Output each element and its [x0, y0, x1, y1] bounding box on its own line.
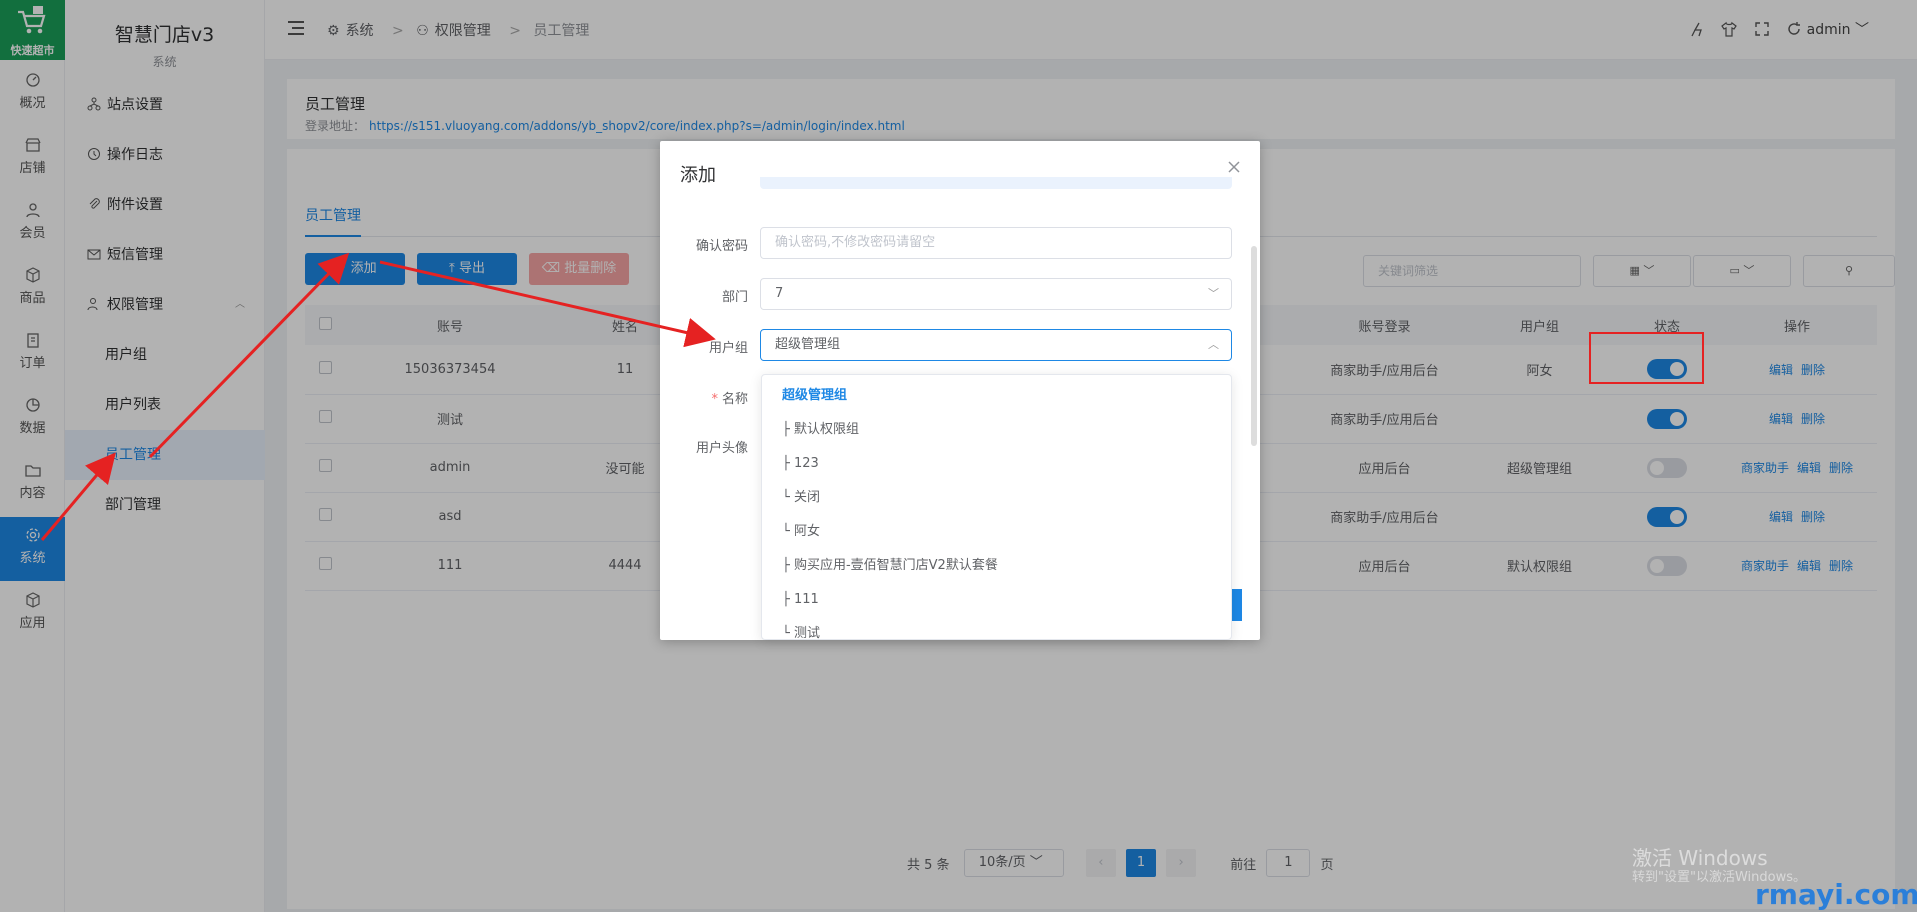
dropdown-option[interactable]: └ 关闭: [762, 481, 1231, 515]
confirm-password-input[interactable]: 确认密码,不修改密码请留空: [760, 227, 1232, 259]
dropdown-option[interactable]: ├ 123: [762, 447, 1231, 481]
dropdown-option[interactable]: ├ 默认权限组: [762, 413, 1231, 447]
dropdown-option[interactable]: ├ 111: [762, 583, 1231, 617]
user-group-value: 超级管理组: [775, 337, 841, 352]
user-group-select[interactable]: 超级管理组 ︿: [760, 329, 1232, 361]
dialog-title: 添加: [680, 165, 716, 186]
required-mark: *: [711, 392, 718, 407]
password-input-partial[interactable]: [760, 177, 1232, 189]
dropdown-option[interactable]: └ 阿女: [762, 515, 1231, 549]
chevron-down-icon: ﹀: [1208, 287, 1219, 300]
confirm-password-row: 确认密码 确认密码,不修改密码请留空: [660, 227, 1260, 261]
user-group-row: 用户组 超级管理组 ︿: [660, 329, 1260, 363]
dropdown-option[interactable]: └ 测试: [762, 617, 1231, 639]
name-label: * 名称: [711, 388, 748, 407]
user-group-label: 用户组: [708, 341, 748, 356]
dropdown-option[interactable]: ├ 购买应用-壹佰智慧门店V2默认套餐: [762, 549, 1231, 583]
dropdown-option[interactable]: 超级管理组: [762, 379, 1231, 413]
user-group-dropdown: 超级管理组 ├ 默认权限组 ├ 123 └ 关闭 └ 阿女 ├ 购买应用-壹佰智…: [761, 374, 1232, 640]
site-watermark: rmayi.com: [1755, 878, 1917, 911]
name-label-text: 名称: [721, 392, 748, 407]
dropdown-options: 超级管理组 ├ 默认权限组 ├ 123 └ 关闭 └ 阿女 ├ 购买应用-壹佰智…: [762, 375, 1231, 639]
chevron-up-icon: ︿: [1208, 338, 1219, 351]
avatar-label: 用户头像: [695, 441, 748, 456]
department-select[interactable]: 7 ﹀: [760, 278, 1232, 310]
department-value: 7: [775, 286, 784, 301]
department-row: 部门 7 ﹀: [660, 278, 1260, 312]
close-icon[interactable]: [1226, 159, 1242, 175]
department-label: 部门: [721, 290, 748, 305]
confirm-password-label: 确认密码: [695, 239, 748, 254]
status-highlight-box: [1589, 332, 1704, 384]
